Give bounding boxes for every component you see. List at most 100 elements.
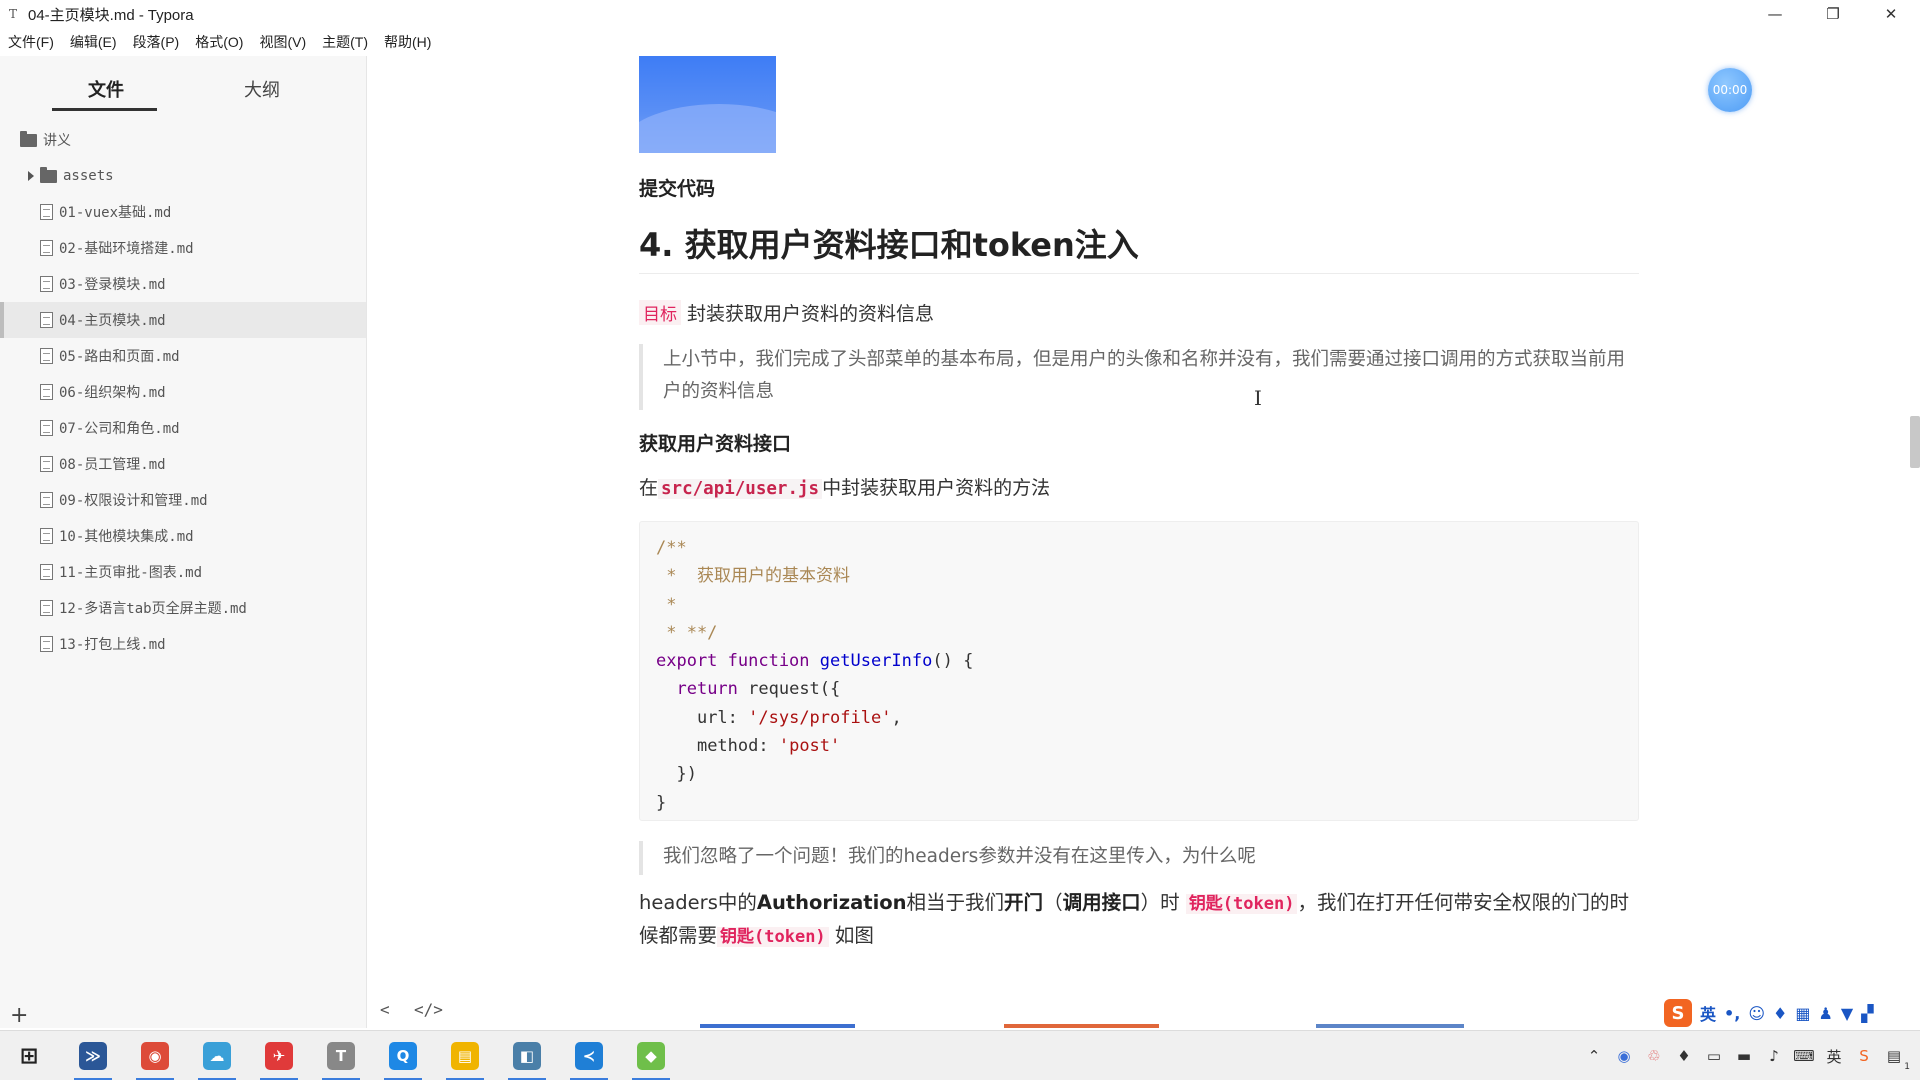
system-tray: ⌃ ◉ ♲ ♦ ▭ ▬ ♪ ⌨ 英 S ▤ 1 bbox=[1584, 1031, 1920, 1080]
close-button[interactable]: ✕ bbox=[1862, 0, 1920, 28]
file-label: 05-路由和页面.md bbox=[59, 349, 180, 365]
code-comment: /** bbox=[656, 538, 687, 558]
code-text: () { bbox=[932, 651, 974, 672]
tray-app-icon[interactable]: ◉ bbox=[1614, 1046, 1634, 1066]
battery-icon[interactable]: ▬ bbox=[1734, 1046, 1754, 1066]
file-label: 04-主页模块.md bbox=[59, 313, 166, 329]
tree-folder-root[interactable]: 讲义 bbox=[0, 122, 366, 158]
vscode-icon: ≺ bbox=[575, 1042, 603, 1070]
chevron-up-icon[interactable]: ⌃ bbox=[1584, 1046, 1604, 1066]
caret-right-icon[interactable] bbox=[28, 171, 34, 181]
chevron-left-icon[interactable]: < bbox=[380, 1000, 390, 1019]
tree-folder-assets[interactable]: assets bbox=[0, 158, 366, 194]
user-icon[interactable]: ♟ bbox=[1818, 1004, 1832, 1023]
keyboard-icon[interactable]: ▦ bbox=[1795, 1004, 1810, 1023]
ime-tray-icon[interactable]: 英 bbox=[1824, 1046, 1844, 1066]
timer-badge[interactable]: 00:00 bbox=[1708, 68, 1752, 112]
code-key: method: bbox=[696, 736, 779, 757]
code-comment: * 获取用户的基本资料 bbox=[656, 566, 850, 587]
taskbar-app[interactable]: ◆ bbox=[626, 1035, 676, 1080]
text-prefix: 在 bbox=[639, 477, 659, 499]
skin-icon[interactable]: ▼ bbox=[1841, 1004, 1853, 1023]
tab-outline[interactable]: 大纲 bbox=[244, 76, 280, 102]
emoji-icon[interactable]: ☺ bbox=[1748, 1004, 1765, 1023]
file-item[interactable]: 09-权限设计和管理.md bbox=[0, 482, 366, 518]
taskbar-app[interactable]: ☁ bbox=[192, 1035, 242, 1080]
code-function-name: getUserInfo bbox=[819, 651, 933, 672]
code-block[interactable]: /** * 获取用户的基本资料 * * **/ export function … bbox=[639, 521, 1639, 821]
search-app-icon: Q bbox=[389, 1042, 417, 1070]
file-item[interactable]: 04-主页模块.md bbox=[0, 302, 366, 338]
editor-pane[interactable]: 00:00 提交代码 4. 获取用户资料接口和token注入 目标 封装获取用户资… bbox=[368, 56, 1920, 1028]
game-app-icon: ◆ bbox=[637, 1042, 665, 1070]
file-item[interactable]: 10-其他模块集成.md bbox=[0, 518, 366, 554]
sogou-tray-icon[interactable]: S bbox=[1854, 1046, 1874, 1066]
microphone-icon[interactable]: ♦ bbox=[1773, 1004, 1787, 1023]
typora-app-icon: T bbox=[8, 7, 17, 21]
code-key: url: bbox=[696, 707, 749, 728]
file-item[interactable]: 12-多语言tab页全屏主题.md bbox=[0, 590, 366, 626]
tab-files[interactable]: 文件 bbox=[88, 76, 124, 102]
bold-authorization: Authorization bbox=[756, 891, 907, 914]
volume-icon[interactable]: ♪ bbox=[1764, 1046, 1784, 1066]
notifications-icon[interactable]: ▤ 1 bbox=[1884, 1046, 1910, 1072]
menu-bar: 文件(F) 编辑(E) 段落(P) 格式(O) 视图(V) 主题(T) 帮助(H… bbox=[0, 30, 439, 54]
microphone-tray-icon[interactable]: ♦ bbox=[1674, 1046, 1694, 1066]
menu-edit[interactable]: 编辑(E) bbox=[62, 32, 125, 52]
taskbar-app[interactable]: ≺ bbox=[564, 1035, 614, 1080]
bold-call-api: 调用接口 bbox=[1062, 891, 1141, 914]
code-string: '/sys/profile' bbox=[748, 707, 892, 728]
ime-language-toggle[interactable]: 英 bbox=[1700, 1001, 1716, 1025]
menu-theme[interactable]: 主题(T) bbox=[314, 32, 376, 52]
code-text: request({ bbox=[737, 679, 841, 700]
file-icon bbox=[40, 348, 53, 364]
taskbar-app[interactable]: T bbox=[316, 1035, 366, 1080]
file-item[interactable]: 13-打包上线.md bbox=[0, 626, 366, 662]
file-icon bbox=[40, 312, 53, 328]
taskbar-app[interactable]: ◧ bbox=[502, 1035, 552, 1080]
file-icon bbox=[40, 456, 53, 472]
file-item[interactable]: 06-组织架构.md bbox=[0, 374, 366, 410]
menu-paragraph[interactable]: 段落(P) bbox=[125, 32, 188, 52]
minimize-button[interactable]: — bbox=[1746, 0, 1804, 28]
file-item[interactable]: 11-主页审批-图表.md bbox=[0, 554, 366, 590]
file-item[interactable]: 02-基础环境搭建.md bbox=[0, 230, 366, 266]
menu-format[interactable]: 格式(O) bbox=[187, 32, 251, 52]
file-item[interactable]: 03-登录模块.md bbox=[0, 266, 366, 302]
taskbar-app[interactable]: ▤ bbox=[440, 1035, 490, 1080]
add-file-button[interactable]: + bbox=[10, 1003, 28, 1028]
taskbar-app[interactable]: Q bbox=[378, 1035, 428, 1080]
text: ）时 bbox=[1140, 891, 1180, 914]
start-button[interactable]: ⊞ bbox=[4, 1035, 54, 1077]
restore-button[interactable]: ❐ bbox=[1804, 0, 1862, 28]
grid-menu-icon[interactable]: ▞ bbox=[1861, 1004, 1873, 1023]
sogou-logo-icon[interactable]: S bbox=[1664, 999, 1692, 1027]
taskbar-app[interactable]: ✈ bbox=[254, 1035, 304, 1080]
file-icon bbox=[40, 600, 53, 616]
scrollbar-thumb[interactable] bbox=[1910, 416, 1920, 468]
image-peek-blue-2 bbox=[1316, 1024, 1464, 1028]
menu-view[interactable]: 视图(V) bbox=[251, 32, 314, 52]
file-icon bbox=[40, 528, 53, 544]
text: （ bbox=[1043, 891, 1063, 914]
file-item[interactable]: 01-vuex基础.md bbox=[0, 194, 366, 230]
file-item[interactable]: 07-公司和角色.md bbox=[0, 410, 366, 446]
taskbar-app[interactable]: ≫ bbox=[68, 1035, 118, 1080]
file-icon bbox=[40, 276, 53, 292]
source-code-icon[interactable]: </> bbox=[414, 1000, 443, 1019]
text: 如图 bbox=[834, 924, 874, 947]
banner-image bbox=[639, 56, 776, 153]
file-icon bbox=[40, 420, 53, 436]
keyboard-tray-icon[interactable]: ⌨ bbox=[1793, 1046, 1815, 1066]
image-peek-orange bbox=[1004, 1024, 1159, 1028]
file-icon bbox=[40, 492, 53, 508]
file-item[interactable]: 05-路由和页面.md bbox=[0, 338, 366, 374]
punctuation-icon[interactable]: •, bbox=[1724, 1004, 1740, 1023]
cloud-sync-icon[interactable]: ♲ bbox=[1644, 1046, 1664, 1066]
file-item[interactable]: 08-员工管理.md bbox=[0, 446, 366, 482]
menu-file[interactable]: 文件(F) bbox=[0, 32, 62, 52]
menu-help[interactable]: 帮助(H) bbox=[376, 32, 439, 52]
blockquote-intro: 上小节中，我们完成了头部菜单的基本布局，但是用户的头像和名称并没有，我们需要通过… bbox=[639, 344, 1639, 410]
taskbar-app[interactable]: ◉ bbox=[130, 1035, 180, 1080]
network-icon[interactable]: ▭ bbox=[1704, 1046, 1724, 1066]
